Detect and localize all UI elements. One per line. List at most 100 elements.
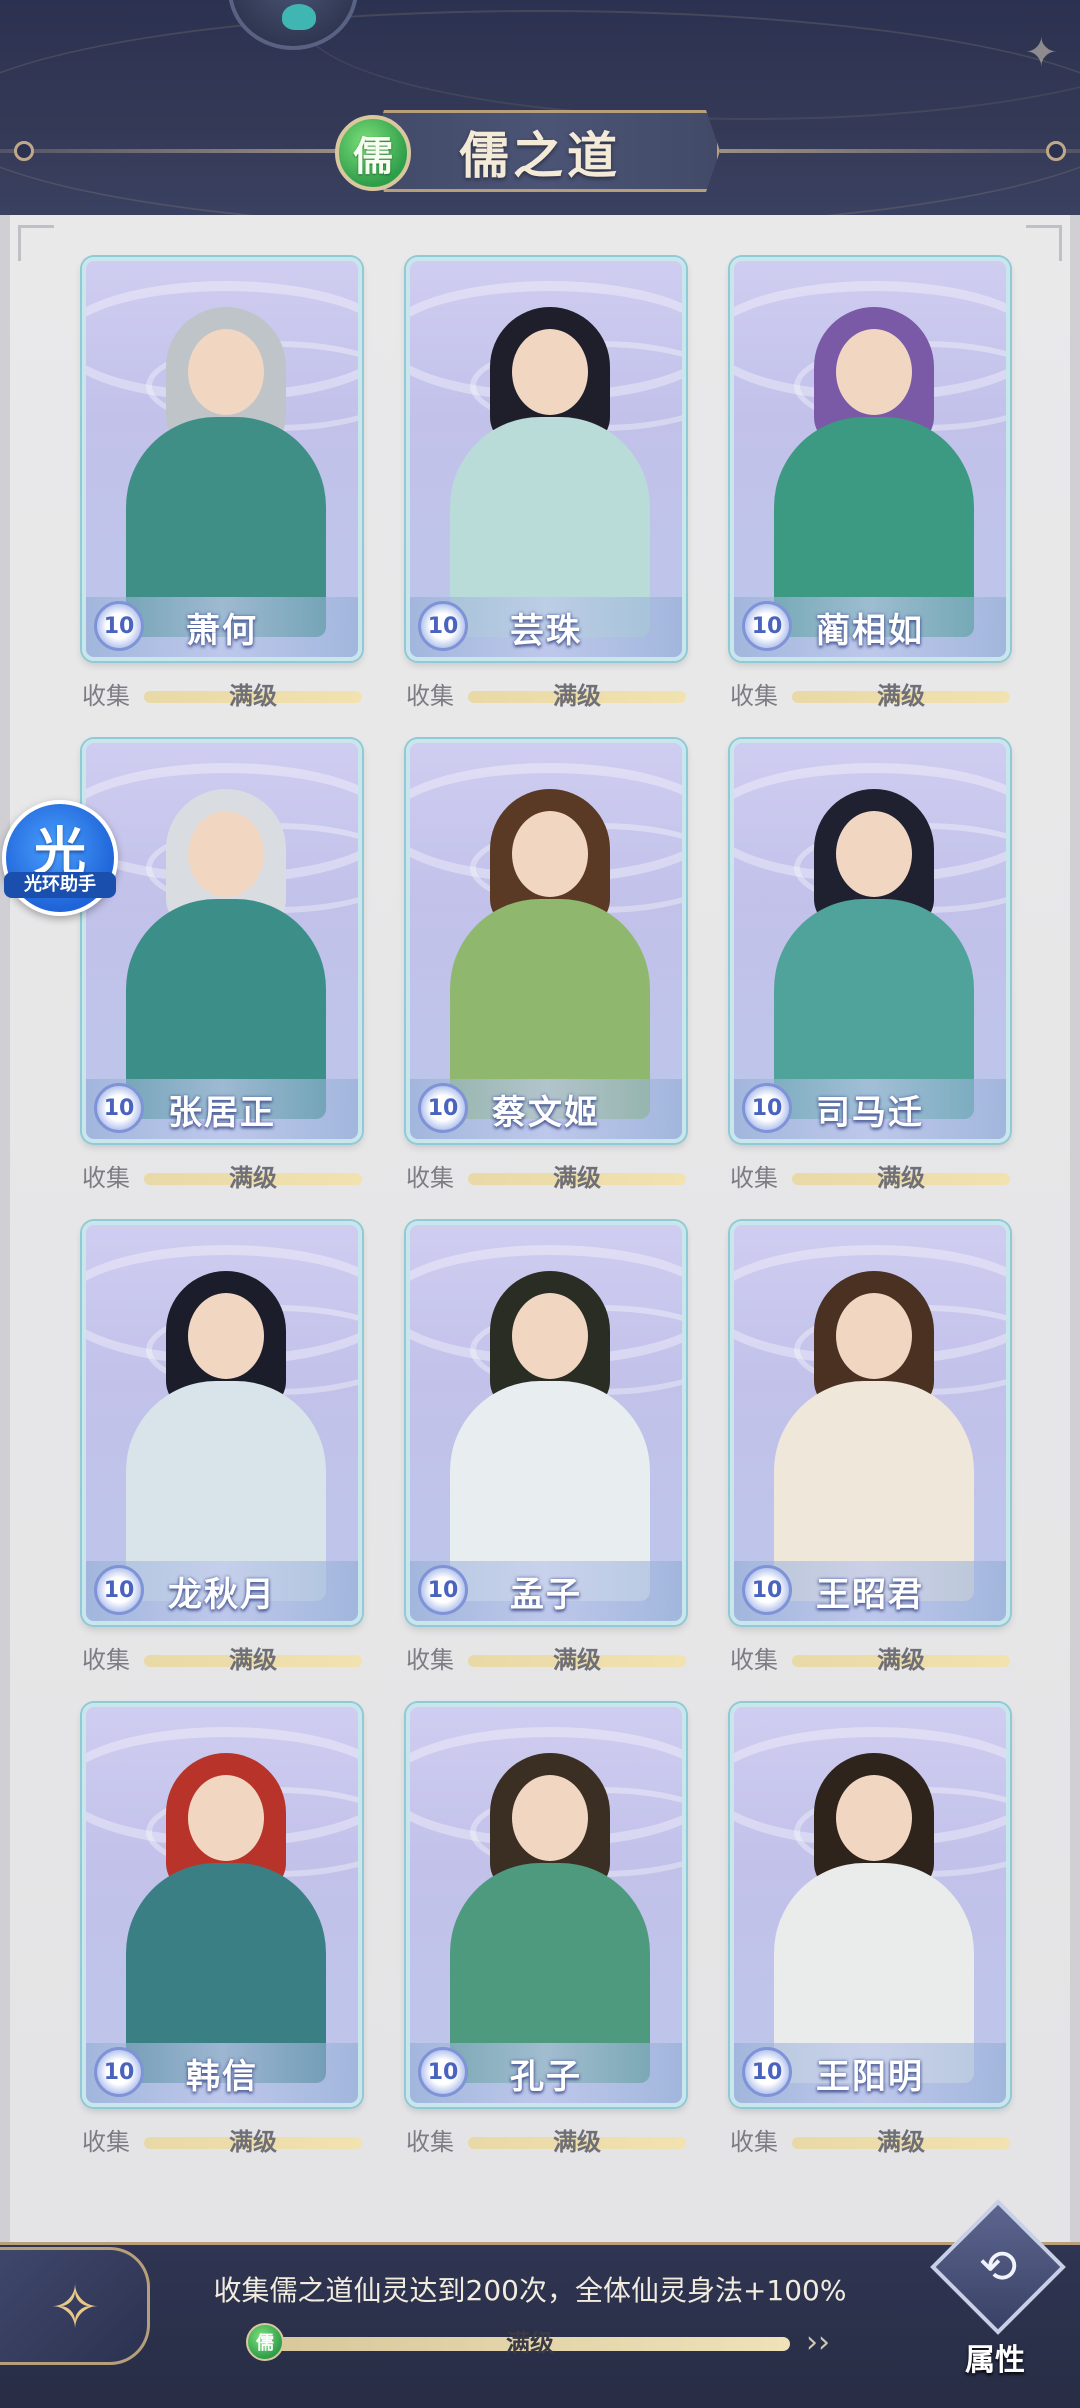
portrait-face — [188, 329, 264, 415]
character-portrait — [126, 307, 326, 637]
attributes-button[interactable]: ⟲ 属性 — [930, 2199, 1066, 2389]
header-rail-left — [0, 149, 360, 153]
halo-helper-button[interactable]: 光 光环助手 — [2, 800, 118, 916]
collect-progress: 收集 满级 — [406, 681, 696, 711]
helper-label: 光环助手 — [4, 872, 116, 898]
character-cell: 韩信 10 收集 满级 — [82, 1703, 372, 2173]
collect-label: 收集 — [406, 682, 454, 710]
level-badge-icon: 10 — [418, 601, 468, 651]
character-name: 萧何 — [186, 610, 258, 651]
collect-progress: 收集 满级 — [406, 1163, 696, 1193]
collect-label: 收集 — [82, 2128, 130, 2156]
page-title: 儒之道 — [459, 127, 621, 185]
character-card[interactable]: 司马迁 10 — [730, 739, 1010, 1143]
collect-label: 收集 — [406, 1164, 454, 1192]
character-cell: 蔺相如 10 收集 满级 — [730, 257, 1020, 727]
collect-status: 满级 — [229, 1646, 277, 1674]
collect-status: 满级 — [553, 1164, 601, 1192]
character-card[interactable]: 萧何 10 — [82, 257, 362, 661]
collect-status: 满级 — [553, 682, 601, 710]
collect-label: 收集 — [730, 1164, 778, 1192]
character-portrait — [450, 1271, 650, 1601]
collection-bonus-text: 收集儒之道仙灵达到200次，全体仙灵身法+100% — [213, 2274, 847, 2307]
character-card[interactable]: 王阳明 10 — [730, 1703, 1010, 2107]
rail-knob-icon — [14, 141, 34, 161]
portrait-face — [836, 1775, 912, 1861]
character-cell: 芸珠 10 收集 满级 — [406, 257, 696, 727]
character-cell: 王昭君 10 收集 满级 — [730, 1221, 1020, 1691]
collect-label: 收集 — [82, 1646, 130, 1674]
character-card[interactable]: 孔子 10 — [406, 1703, 686, 2107]
character-portrait — [450, 307, 650, 637]
character-portrait — [126, 789, 326, 1119]
character-card[interactable]: 韩信 10 — [82, 1703, 362, 2107]
collect-status: 满级 — [229, 1164, 277, 1192]
character-card[interactable]: 芸珠 10 — [406, 257, 686, 661]
character-portrait — [774, 307, 974, 637]
collect-status: 满级 — [553, 2128, 601, 2156]
character-cell: 王阳明 10 收集 满级 — [730, 1703, 1020, 2173]
character-cell: 张居正 10 收集 满级 — [82, 739, 372, 1209]
collect-status: 满级 — [877, 1164, 925, 1192]
portrait-face — [512, 1293, 588, 1379]
character-cell: 萧何 10 收集 满级 — [82, 257, 372, 727]
level-badge-icon: 10 — [742, 1083, 792, 1133]
collect-progress: 收集 满级 — [82, 1645, 372, 1675]
collect-progress: 收集 满级 — [730, 1163, 1020, 1193]
character-name: 孔子 — [510, 2056, 582, 2097]
character-portrait — [774, 1753, 974, 2083]
portrait-face — [512, 1775, 588, 1861]
character-cell: 孔子 10 收集 满级 — [406, 1703, 696, 2173]
collect-label: 收集 — [406, 1646, 454, 1674]
character-card[interactable]: 蔺相如 10 — [730, 257, 1010, 661]
total-progress: 儒 满级 ›› — [246, 2323, 830, 2361]
rail-knob-icon — [1046, 141, 1066, 161]
crane-emblem-button[interactable]: ✧ — [0, 2247, 150, 2365]
character-card[interactable]: 孟子 10 — [406, 1221, 686, 1625]
collect-progress: 收集 满级 — [82, 681, 372, 711]
level-badge-icon: 10 — [94, 1083, 144, 1133]
character-name: 王昭君 — [816, 1574, 924, 1615]
confucian-badge-icon: 儒 — [335, 115, 411, 191]
portrait-face — [188, 1293, 264, 1379]
collect-progress: 收集 满级 — [82, 1163, 372, 1193]
character-cell: 孟子 10 收集 满级 — [406, 1221, 696, 1691]
collect-progress: 收集 满级 — [730, 2127, 1020, 2157]
collect-progress: 收集 满级 — [730, 1645, 1020, 1675]
character-cell: 龙秋月 10 收集 满级 — [82, 1221, 372, 1691]
level-badge-icon: 10 — [94, 2047, 144, 2097]
level-badge-icon: 10 — [742, 1565, 792, 1615]
level-badge-icon: 10 — [742, 601, 792, 651]
character-name: 芸珠 — [510, 610, 582, 651]
character-card[interactable]: 王昭君 10 — [730, 1221, 1010, 1625]
character-name: 张居正 — [168, 1092, 276, 1133]
character-portrait — [126, 1271, 326, 1601]
character-card[interactable]: 龙秋月 10 — [82, 1221, 362, 1625]
mascot-eye-icon — [282, 4, 316, 30]
collect-progress: 收集 满级 — [730, 681, 1020, 711]
character-card[interactable]: 蔡文姬 10 — [406, 739, 686, 1143]
portrait-face — [188, 1775, 264, 1861]
collect-progress: 收集 满级 — [406, 2127, 696, 2157]
collect-status: 满级 — [229, 2128, 277, 2156]
character-portrait — [450, 1753, 650, 2083]
character-cell: 司马迁 10 收集 满级 — [730, 739, 1020, 1209]
portrait-face — [512, 811, 588, 897]
portrait-face — [512, 329, 588, 415]
next-arrow-icon[interactable]: ›› — [806, 2325, 830, 2361]
total-progress-status: 满级 — [506, 2329, 554, 2357]
collect-progress: 收集 满级 — [406, 1645, 696, 1675]
portrait-face — [836, 329, 912, 415]
character-name: 韩信 — [186, 2056, 258, 2097]
character-grid: 萧何 10 收集 满级 芸珠 10 收集 满级 蔺相如 10 收集 满级 张居正… — [82, 257, 1022, 2157]
confucian-progress-icon: 儒 — [246, 2323, 284, 2361]
character-name: 龙秋月 — [168, 1574, 276, 1615]
portrait-face — [836, 1293, 912, 1379]
collect-label: 收集 — [82, 1164, 130, 1192]
character-name: 蔺相如 — [816, 610, 924, 651]
character-portrait — [774, 1271, 974, 1601]
character-card[interactable]: 张居正 10 — [82, 739, 362, 1143]
crane-icon: ✧ — [49, 2273, 101, 2343]
collect-label: 收集 — [730, 1646, 778, 1674]
character-name: 王阳明 — [816, 2056, 924, 2097]
